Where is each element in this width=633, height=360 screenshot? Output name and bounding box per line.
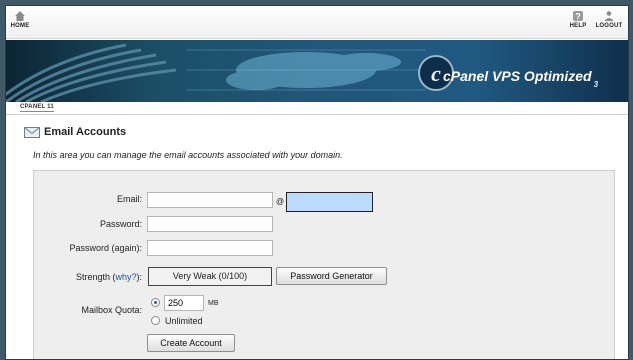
help-label: HELP [569, 23, 587, 29]
logout-icon [604, 11, 614, 21]
svg-text:c: c [431, 61, 441, 86]
strength-label: Strength [75, 272, 110, 282]
logout-button[interactable]: LOGOUT [595, 10, 623, 29]
strength-label-group: Strength (why?): [42, 272, 142, 282]
create-account-form: Email: @ Password: Password (again): Str… [33, 170, 615, 359]
help-icon: ? [573, 11, 583, 22]
home-label: HOME [10, 23, 30, 29]
brand-version: 3 [593, 80, 599, 89]
password-label: Password: [99, 219, 142, 229]
envelope-icon [24, 127, 40, 138]
page-title: Email Accounts [44, 126, 127, 138]
why-link[interactable]: why? [115, 272, 136, 282]
unlimited-label: Unlimited [165, 316, 203, 326]
home-button[interactable]: HOME [10, 10, 30, 29]
strength-close: ): [136, 272, 143, 282]
quota-unlimited-radio[interactable] [151, 316, 160, 325]
email-label: Email: [116, 194, 142, 204]
domain-select[interactable] [286, 192, 373, 212]
cpanel-banner: c cPanel VPS Optimized3 [6, 40, 628, 102]
password-again-field[interactable] [147, 240, 273, 256]
breadcrumb-bar: CPANEL 11 [6, 102, 628, 115]
quota-unit: MB [208, 300, 219, 307]
browser-window: HOME ? HELP LOGOUT c cPanel VPS Optimize… [5, 5, 629, 360]
password-again-label: Password (again): [69, 243, 142, 253]
page-intro: In this area you can manage the email ac… [33, 150, 343, 160]
quota-input[interactable] [164, 295, 204, 311]
brand-tagline: VPS Optimized [492, 68, 592, 84]
quota-label: Mailbox Quota: [81, 305, 142, 315]
logout-label: LOGOUT [595, 23, 623, 29]
at-symbol: @ [276, 197, 285, 206]
svg-text:?: ? [575, 12, 581, 22]
top-navigation: HOME ? HELP LOGOUT [6, 6, 628, 39]
quota-limited-radio[interactable] [151, 298, 160, 307]
help-button[interactable]: ? HELP [569, 10, 587, 29]
password-generator-button[interactable]: Password Generator [276, 267, 387, 285]
brand-main: cPanel [443, 68, 489, 84]
brand-text: cPanel VPS Optimized3 [443, 68, 598, 89]
strength-meter: Very Weak (0/100) [148, 267, 272, 286]
breadcrumb[interactable]: CPANEL 11 [20, 104, 54, 112]
create-account-button[interactable]: Create Account [147, 334, 235, 352]
home-icon [15, 11, 25, 21]
email-field[interactable] [147, 192, 273, 208]
password-field[interactable] [147, 216, 273, 232]
